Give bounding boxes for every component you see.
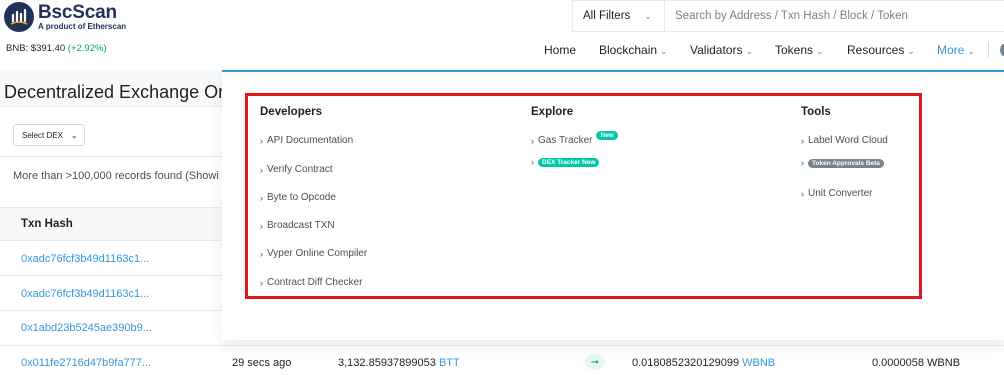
menu-item-label: API Documentation xyxy=(267,135,354,146)
nav-blockchain-label: Blockchain xyxy=(599,43,658,57)
menu-item-verify-contract[interactable]: › Verify Contract xyxy=(260,164,333,175)
chevron-down-icon: ⌄ xyxy=(644,10,652,21)
token-out-link[interactable]: BTT xyxy=(439,357,460,369)
menu-item-contract-diff-checker[interactable]: › Contract Diff Checker xyxy=(260,277,362,288)
menu-item-label: Broadcast TXN xyxy=(267,220,335,231)
column-header-txn-hash: Txn Hash xyxy=(21,218,73,230)
amount-in: 0.0180852320129099 WBNB xyxy=(632,357,775,369)
menu-item-label: Unit Converter xyxy=(808,188,873,199)
amount-out-value: 3,132.85937899053 xyxy=(338,357,436,369)
menu-item-gas-tracker[interactable]: › Gas Tracker New xyxy=(531,131,618,146)
arrow-right-icon: ➞ xyxy=(585,354,605,370)
menu-item-label-word-cloud[interactable]: › Label Word Cloud xyxy=(801,135,888,146)
menu-item-api-documentation[interactable]: › API Documentation xyxy=(260,135,353,146)
chevron-down-icon: ⌄ xyxy=(907,46,915,56)
chevron-right-icon: › xyxy=(260,248,263,259)
new-badge: New xyxy=(596,131,618,140)
token-in-link[interactable]: WBNB xyxy=(742,357,775,369)
dex-tracker-badge: DEX Tracker New xyxy=(538,157,600,167)
menu-item-byte-to-opcode[interactable]: › Byte to Opcode xyxy=(260,192,336,203)
chevron-right-icon: › xyxy=(260,164,263,175)
chevron-right-icon: › xyxy=(260,135,263,146)
nav-more-label: More xyxy=(937,43,965,57)
page-title: Decentralized Exchange Orde xyxy=(4,82,245,102)
chevron-right-icon: › xyxy=(260,192,263,203)
chevron-down-icon: ⌄ xyxy=(816,46,824,56)
amount-out: 3,132.85937899053 BTT xyxy=(338,357,460,369)
nav-validators[interactable]: Validators ⌄ xyxy=(690,43,753,57)
amount-in-value: 0.0180852320129099 xyxy=(632,357,740,369)
nav-home[interactable]: Home xyxy=(544,43,576,57)
nav-blockchain[interactable]: Blockchain ⌄ xyxy=(599,43,668,57)
logo-subtitle: A product of Etherscan xyxy=(38,22,127,31)
chevron-down-icon: ⌄ xyxy=(660,46,668,56)
chevron-down-icon: ⌄ xyxy=(967,46,975,56)
chevron-down-icon: ⌄ xyxy=(70,130,78,140)
menu-item-token-approvals[interactable]: › Token Approvals Beta xyxy=(801,158,884,168)
main-nav: Home Blockchain ⌄ Validators ⌄ Tokens ⌄ Res… xyxy=(0,43,1004,59)
search-input[interactable] xyxy=(665,1,1004,31)
select-dex-dropdown[interactable]: Select DEX ⌄ xyxy=(13,124,85,146)
menu-item-dex-tracker[interactable]: › DEX Tracker New xyxy=(531,157,600,167)
chevron-right-icon: › xyxy=(531,157,534,167)
txn-hash-link[interactable]: 0x1abd23b5245ae390b9... xyxy=(21,322,152,334)
bscscan-logo[interactable]: BscScan A product of Etherscan xyxy=(4,2,126,32)
txn-hash-link[interactable]: 0x011fe2716d47b9fa777... xyxy=(21,357,151,369)
txn-hash-link[interactable]: 0xadc76fcf3b49d1163c1... xyxy=(21,288,149,300)
nav-resources-label: Resources xyxy=(847,43,905,57)
chevron-right-icon: › xyxy=(260,277,263,288)
search-bar: All Filters ⌄ xyxy=(572,0,1004,32)
nav-tokens-label: Tokens xyxy=(775,43,814,57)
tools-heading: Tools xyxy=(801,106,831,118)
menu-item-label: Verify Contract xyxy=(267,164,333,175)
token-approvals-badge: Token Approvals Beta xyxy=(808,158,884,168)
menu-item-label: Contract Diff Checker xyxy=(267,277,363,288)
search-filter-label: All Filters xyxy=(583,10,631,22)
developers-heading: Developers xyxy=(260,106,323,118)
txn-age: 29 secs ago xyxy=(232,357,292,369)
nav-divider xyxy=(988,42,989,58)
logo-mark-icon xyxy=(4,2,34,32)
menu-item-unit-converter[interactable]: › Unit Converter xyxy=(801,188,872,199)
swap-price: 0.0000058 WBNB xyxy=(872,357,961,369)
menu-item-label: Label Word Cloud xyxy=(808,135,888,146)
explore-heading: Explore xyxy=(531,106,574,118)
chevron-right-icon: › xyxy=(260,220,263,231)
menu-item-label: Byte to Opcode xyxy=(267,192,336,203)
records-count: More than >100,000 records found (Showi xyxy=(13,170,219,182)
nav-tokens[interactable]: Tokens ⌄ xyxy=(775,43,824,57)
txn-hash-link[interactable]: 0xadc76fcf3b49d1163c1... xyxy=(21,253,149,265)
menu-item-broadcast-txn[interactable]: › Broadcast TXN xyxy=(260,220,335,231)
chevron-down-icon: ⌄ xyxy=(745,46,754,56)
select-dex-label: Select DEX xyxy=(22,130,63,140)
theme-toggle-icon[interactable] xyxy=(1000,44,1004,56)
nav-more[interactable]: More ⌄ xyxy=(937,43,975,57)
nav-resources[interactable]: Resources ⌄ xyxy=(847,43,915,57)
nav-validators-label: Validators xyxy=(690,43,743,57)
logo-title: BscScan xyxy=(38,2,117,23)
chevron-right-icon: › xyxy=(801,158,804,168)
chevron-right-icon: › xyxy=(801,188,804,199)
menu-item-vyper-online-compiler[interactable]: › Vyper Online Compiler xyxy=(260,248,367,259)
menu-item-label: Gas Tracker xyxy=(538,135,593,146)
chevron-right-icon: › xyxy=(801,135,804,146)
menu-item-label: Vyper Online Compiler xyxy=(267,248,368,259)
search-filter-dropdown[interactable]: All Filters ⌄ xyxy=(573,1,665,31)
chevron-right-icon: › xyxy=(531,135,534,146)
